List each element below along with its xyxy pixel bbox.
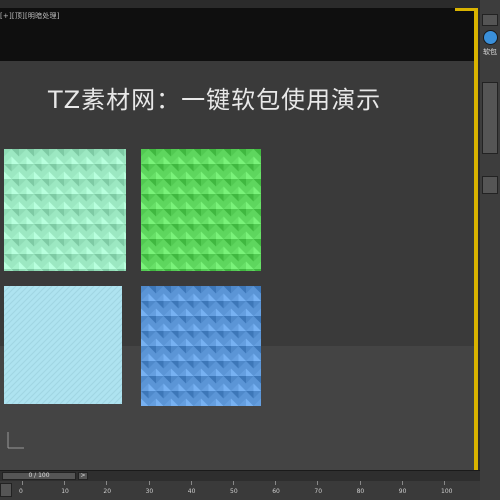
modifier-list-button[interactable] xyxy=(482,82,498,154)
panel-dropdown-label[interactable]: 软包 xyxy=(483,47,500,57)
ruler-tick-label: 100 xyxy=(441,488,453,495)
time-slider[interactable]: 0 / 100 xyxy=(2,472,76,480)
timebar: 0 / 100 > xyxy=(0,470,480,481)
ruler-tick-label: 40 xyxy=(187,488,196,495)
tile-green-diamond[interactable] xyxy=(141,149,261,271)
ruler-tick-label: 30 xyxy=(145,488,154,495)
time-next-button[interactable]: > xyxy=(78,472,88,480)
ruler-tick xyxy=(64,481,66,485)
axis-gizmo-icon xyxy=(4,428,28,452)
ruler-tick xyxy=(233,481,234,485)
viewport-title-text: TZ素材网：一键软包使用演示 xyxy=(48,86,382,114)
ruler-tick xyxy=(317,481,319,485)
ruler-tick-label: 10 xyxy=(61,488,69,495)
display-icon[interactable] xyxy=(483,30,498,45)
tile-blue-diamond-graphic xyxy=(141,286,261,406)
tile-mint-diamond[interactable] xyxy=(4,149,126,271)
tile-green-diamond-graphic xyxy=(141,149,261,271)
ruler-tick xyxy=(22,481,23,485)
tile-lightblue-plain-graphic xyxy=(4,286,122,404)
ruler-tick-label: 0 xyxy=(19,488,23,495)
parameter-field[interactable] xyxy=(482,176,498,194)
ruler-tick xyxy=(401,481,403,485)
viewport-dark-band xyxy=(0,8,478,61)
track-toggle-icon[interactable] xyxy=(0,483,12,497)
ruler-tick xyxy=(359,481,361,485)
track-ruler[interactable]: 0 10 20 30 40 50 60 70 80 90 100 xyxy=(0,481,480,500)
tile-blue-diamond[interactable] xyxy=(141,286,261,406)
viewport-label[interactable]: [+][顶][明暗处理] xyxy=(0,11,60,21)
ruler-tick-label: 80 xyxy=(356,488,365,495)
ruler-tick xyxy=(444,481,445,485)
panel-tab-button[interactable] xyxy=(482,14,498,26)
ruler-tick-label: 20 xyxy=(103,488,112,495)
tile-mint-diamond-graphic xyxy=(4,149,126,271)
ruler-tick xyxy=(190,481,192,485)
ruler-tick-label: 70 xyxy=(314,488,323,495)
ruler-tick-label: 60 xyxy=(272,488,280,495)
tile-lightblue-plain[interactable] xyxy=(4,286,122,404)
ruler-tick-label: 90 xyxy=(398,488,407,495)
ruler-tick-label: 50 xyxy=(230,488,238,495)
command-panel: 软包 xyxy=(480,0,500,500)
ruler-tick xyxy=(106,481,108,485)
viewport-top[interactable]: [+][顶][明暗处理] TZ素材网：一键软包使用演示 xyxy=(0,8,478,470)
ruler-tick xyxy=(275,481,277,485)
active-viewport-border xyxy=(474,8,478,470)
ruler-tick xyxy=(148,481,150,485)
